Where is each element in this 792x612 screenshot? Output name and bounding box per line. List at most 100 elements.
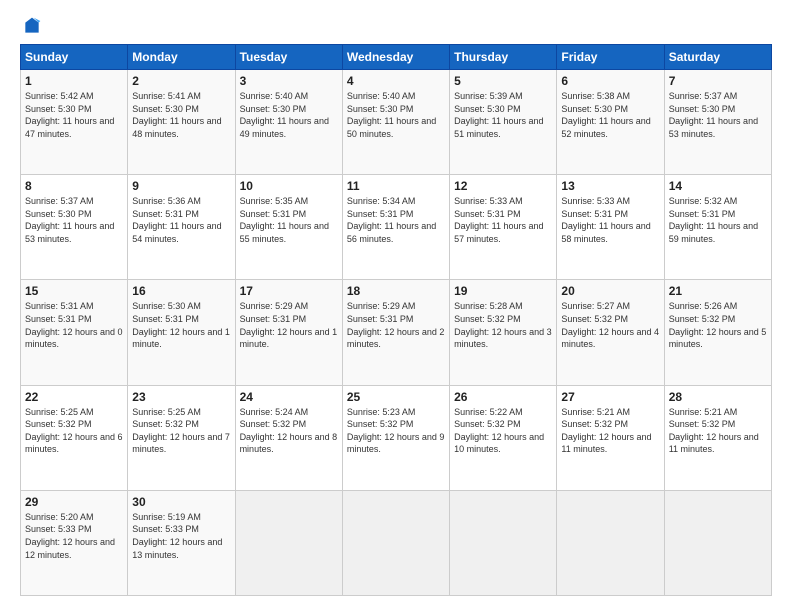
calendar-cell: 27 Sunrise: 5:21 AMSunset: 5:32 PMDayligh… bbox=[557, 385, 664, 490]
calendar-cell: 7 Sunrise: 5:37 AMSunset: 5:30 PMDaylight… bbox=[664, 70, 771, 175]
day-number: 3 bbox=[240, 74, 338, 88]
day-info: Sunrise: 5:40 AMSunset: 5:30 PMDaylight:… bbox=[347, 90, 445, 140]
calendar-cell: 24 Sunrise: 5:24 AMSunset: 5:32 PMDayligh… bbox=[235, 385, 342, 490]
day-info: Sunrise: 5:21 AMSunset: 5:32 PMDaylight:… bbox=[669, 406, 767, 456]
day-info: Sunrise: 5:35 AMSunset: 5:31 PMDaylight:… bbox=[240, 195, 338, 245]
day-info: Sunrise: 5:36 AMSunset: 5:31 PMDaylight:… bbox=[132, 195, 230, 245]
week-row-5: 29 Sunrise: 5:20 AMSunset: 5:33 PMDayligh… bbox=[21, 490, 772, 595]
calendar-cell: 16 Sunrise: 5:30 AMSunset: 5:31 PMDayligh… bbox=[128, 280, 235, 385]
calendar-cell: 28 Sunrise: 5:21 AMSunset: 5:32 PMDayligh… bbox=[664, 385, 771, 490]
calendar-cell: 11 Sunrise: 5:34 AMSunset: 5:31 PMDayligh… bbox=[342, 175, 449, 280]
day-info: Sunrise: 5:41 AMSunset: 5:30 PMDaylight:… bbox=[132, 90, 230, 140]
day-number: 1 bbox=[25, 74, 123, 88]
day-number: 16 bbox=[132, 284, 230, 298]
day-number: 26 bbox=[454, 390, 552, 404]
header-row: SundayMondayTuesdayWednesdayThursdayFrid… bbox=[21, 45, 772, 70]
calendar-cell: 23 Sunrise: 5:25 AMSunset: 5:32 PMDayligh… bbox=[128, 385, 235, 490]
day-number: 10 bbox=[240, 179, 338, 193]
day-info: Sunrise: 5:40 AMSunset: 5:30 PMDaylight:… bbox=[240, 90, 338, 140]
day-number: 29 bbox=[25, 495, 123, 509]
day-info: Sunrise: 5:33 AMSunset: 5:31 PMDaylight:… bbox=[561, 195, 659, 245]
day-info: Sunrise: 5:42 AMSunset: 5:30 PMDaylight:… bbox=[25, 90, 123, 140]
day-info: Sunrise: 5:34 AMSunset: 5:31 PMDaylight:… bbox=[347, 195, 445, 245]
day-number: 23 bbox=[132, 390, 230, 404]
column-header-thursday: Thursday bbox=[450, 45, 557, 70]
day-number: 30 bbox=[132, 495, 230, 509]
day-info: Sunrise: 5:29 AMSunset: 5:31 PMDaylight:… bbox=[347, 300, 445, 350]
calendar-cell: 15 Sunrise: 5:31 AMSunset: 5:31 PMDayligh… bbox=[21, 280, 128, 385]
column-header-friday: Friday bbox=[557, 45, 664, 70]
day-info: Sunrise: 5:37 AMSunset: 5:30 PMDaylight:… bbox=[669, 90, 767, 140]
day-number: 25 bbox=[347, 390, 445, 404]
day-info: Sunrise: 5:19 AMSunset: 5:33 PMDaylight:… bbox=[132, 511, 230, 561]
day-info: Sunrise: 5:22 AMSunset: 5:32 PMDaylight:… bbox=[454, 406, 552, 456]
calendar-cell: 29 Sunrise: 5:20 AMSunset: 5:33 PMDayligh… bbox=[21, 490, 128, 595]
calendar-cell: 26 Sunrise: 5:22 AMSunset: 5:32 PMDayligh… bbox=[450, 385, 557, 490]
calendar-cell bbox=[450, 490, 557, 595]
day-number: 28 bbox=[669, 390, 767, 404]
day-number: 8 bbox=[25, 179, 123, 193]
page: SundayMondayTuesdayWednesdayThursdayFrid… bbox=[0, 0, 792, 612]
day-info: Sunrise: 5:25 AMSunset: 5:32 PMDaylight:… bbox=[132, 406, 230, 456]
week-row-3: 15 Sunrise: 5:31 AMSunset: 5:31 PMDayligh… bbox=[21, 280, 772, 385]
column-header-wednesday: Wednesday bbox=[342, 45, 449, 70]
day-number: 19 bbox=[454, 284, 552, 298]
calendar-cell: 13 Sunrise: 5:33 AMSunset: 5:31 PMDayligh… bbox=[557, 175, 664, 280]
calendar-cell: 4 Sunrise: 5:40 AMSunset: 5:30 PMDaylight… bbox=[342, 70, 449, 175]
calendar-cell: 6Sunrise: 5:38 AMSunset: 5:30 PMDaylight… bbox=[557, 70, 664, 175]
day-number: 11 bbox=[347, 179, 445, 193]
day-info: Sunrise: 5:23 AMSunset: 5:32 PMDaylight:… bbox=[347, 406, 445, 456]
calendar-cell bbox=[235, 490, 342, 595]
calendar-cell: 12 Sunrise: 5:33 AMSunset: 5:31 PMDayligh… bbox=[450, 175, 557, 280]
day-number: 13 bbox=[561, 179, 659, 193]
day-info: Sunrise: 5:29 AMSunset: 5:31 PMDaylight:… bbox=[240, 300, 338, 350]
day-number: 7 bbox=[669, 74, 767, 88]
day-number: 24 bbox=[240, 390, 338, 404]
day-info: Sunrise: 5:31 AMSunset: 5:31 PMDaylight:… bbox=[25, 300, 123, 350]
day-number: 20 bbox=[561, 284, 659, 298]
calendar-cell: 22Sunrise: 5:25 AMSunset: 5:32 PMDayligh… bbox=[21, 385, 128, 490]
day-number: 15 bbox=[25, 284, 123, 298]
calendar-cell: 5 Sunrise: 5:39 AMSunset: 5:30 PMDaylight… bbox=[450, 70, 557, 175]
logo-icon bbox=[22, 16, 42, 36]
day-info: Sunrise: 5:30 AMSunset: 5:31 PMDaylight:… bbox=[132, 300, 230, 350]
day-info: Sunrise: 5:26 AMSunset: 5:32 PMDaylight:… bbox=[669, 300, 767, 350]
calendar-cell: 21Sunrise: 5:26 AMSunset: 5:32 PMDayligh… bbox=[664, 280, 771, 385]
calendar-cell: 2 Sunrise: 5:41 AMSunset: 5:30 PMDaylight… bbox=[128, 70, 235, 175]
day-info: Sunrise: 5:39 AMSunset: 5:30 PMDaylight:… bbox=[454, 90, 552, 140]
column-header-tuesday: Tuesday bbox=[235, 45, 342, 70]
day-info: Sunrise: 5:21 AMSunset: 5:32 PMDaylight:… bbox=[561, 406, 659, 456]
calendar-cell: 25 Sunrise: 5:23 AMSunset: 5:32 PMDayligh… bbox=[342, 385, 449, 490]
column-header-monday: Monday bbox=[128, 45, 235, 70]
calendar-cell: 3 Sunrise: 5:40 AMSunset: 5:30 PMDaylight… bbox=[235, 70, 342, 175]
day-number: 6 bbox=[561, 74, 659, 88]
day-number: 18 bbox=[347, 284, 445, 298]
week-row-1: 1 Sunrise: 5:42 AMSunset: 5:30 PMDaylight… bbox=[21, 70, 772, 175]
calendar-cell bbox=[557, 490, 664, 595]
calendar-cell: 30 Sunrise: 5:19 AMSunset: 5:33 PMDayligh… bbox=[128, 490, 235, 595]
column-header-saturday: Saturday bbox=[664, 45, 771, 70]
day-number: 4 bbox=[347, 74, 445, 88]
calendar-cell bbox=[664, 490, 771, 595]
calendar-cell: 1 Sunrise: 5:42 AMSunset: 5:30 PMDaylight… bbox=[21, 70, 128, 175]
day-number: 9 bbox=[132, 179, 230, 193]
calendar-cell: 10 Sunrise: 5:35 AMSunset: 5:31 PMDayligh… bbox=[235, 175, 342, 280]
logo bbox=[20, 16, 42, 36]
calendar-cell: 18 Sunrise: 5:29 AMSunset: 5:31 PMDayligh… bbox=[342, 280, 449, 385]
column-header-sunday: Sunday bbox=[21, 45, 128, 70]
calendar-cell: 20Sunrise: 5:27 AMSunset: 5:32 PMDayligh… bbox=[557, 280, 664, 385]
day-number: 5 bbox=[454, 74, 552, 88]
day-info: Sunrise: 5:33 AMSunset: 5:31 PMDaylight:… bbox=[454, 195, 552, 245]
calendar-cell bbox=[342, 490, 449, 595]
day-info: Sunrise: 5:24 AMSunset: 5:32 PMDaylight:… bbox=[240, 406, 338, 456]
day-number: 12 bbox=[454, 179, 552, 193]
week-row-4: 22Sunrise: 5:25 AMSunset: 5:32 PMDayligh… bbox=[21, 385, 772, 490]
day-number: 27 bbox=[561, 390, 659, 404]
week-row-2: 8 Sunrise: 5:37 AMSunset: 5:30 PMDaylight… bbox=[21, 175, 772, 280]
day-info: Sunrise: 5:20 AMSunset: 5:33 PMDaylight:… bbox=[25, 511, 123, 561]
day-number: 2 bbox=[132, 74, 230, 88]
calendar-cell: 9 Sunrise: 5:36 AMSunset: 5:31 PMDaylight… bbox=[128, 175, 235, 280]
calendar-table: SundayMondayTuesdayWednesdayThursdayFrid… bbox=[20, 44, 772, 596]
calendar-cell: 8 Sunrise: 5:37 AMSunset: 5:30 PMDaylight… bbox=[21, 175, 128, 280]
day-info: Sunrise: 5:37 AMSunset: 5:30 PMDaylight:… bbox=[25, 195, 123, 245]
